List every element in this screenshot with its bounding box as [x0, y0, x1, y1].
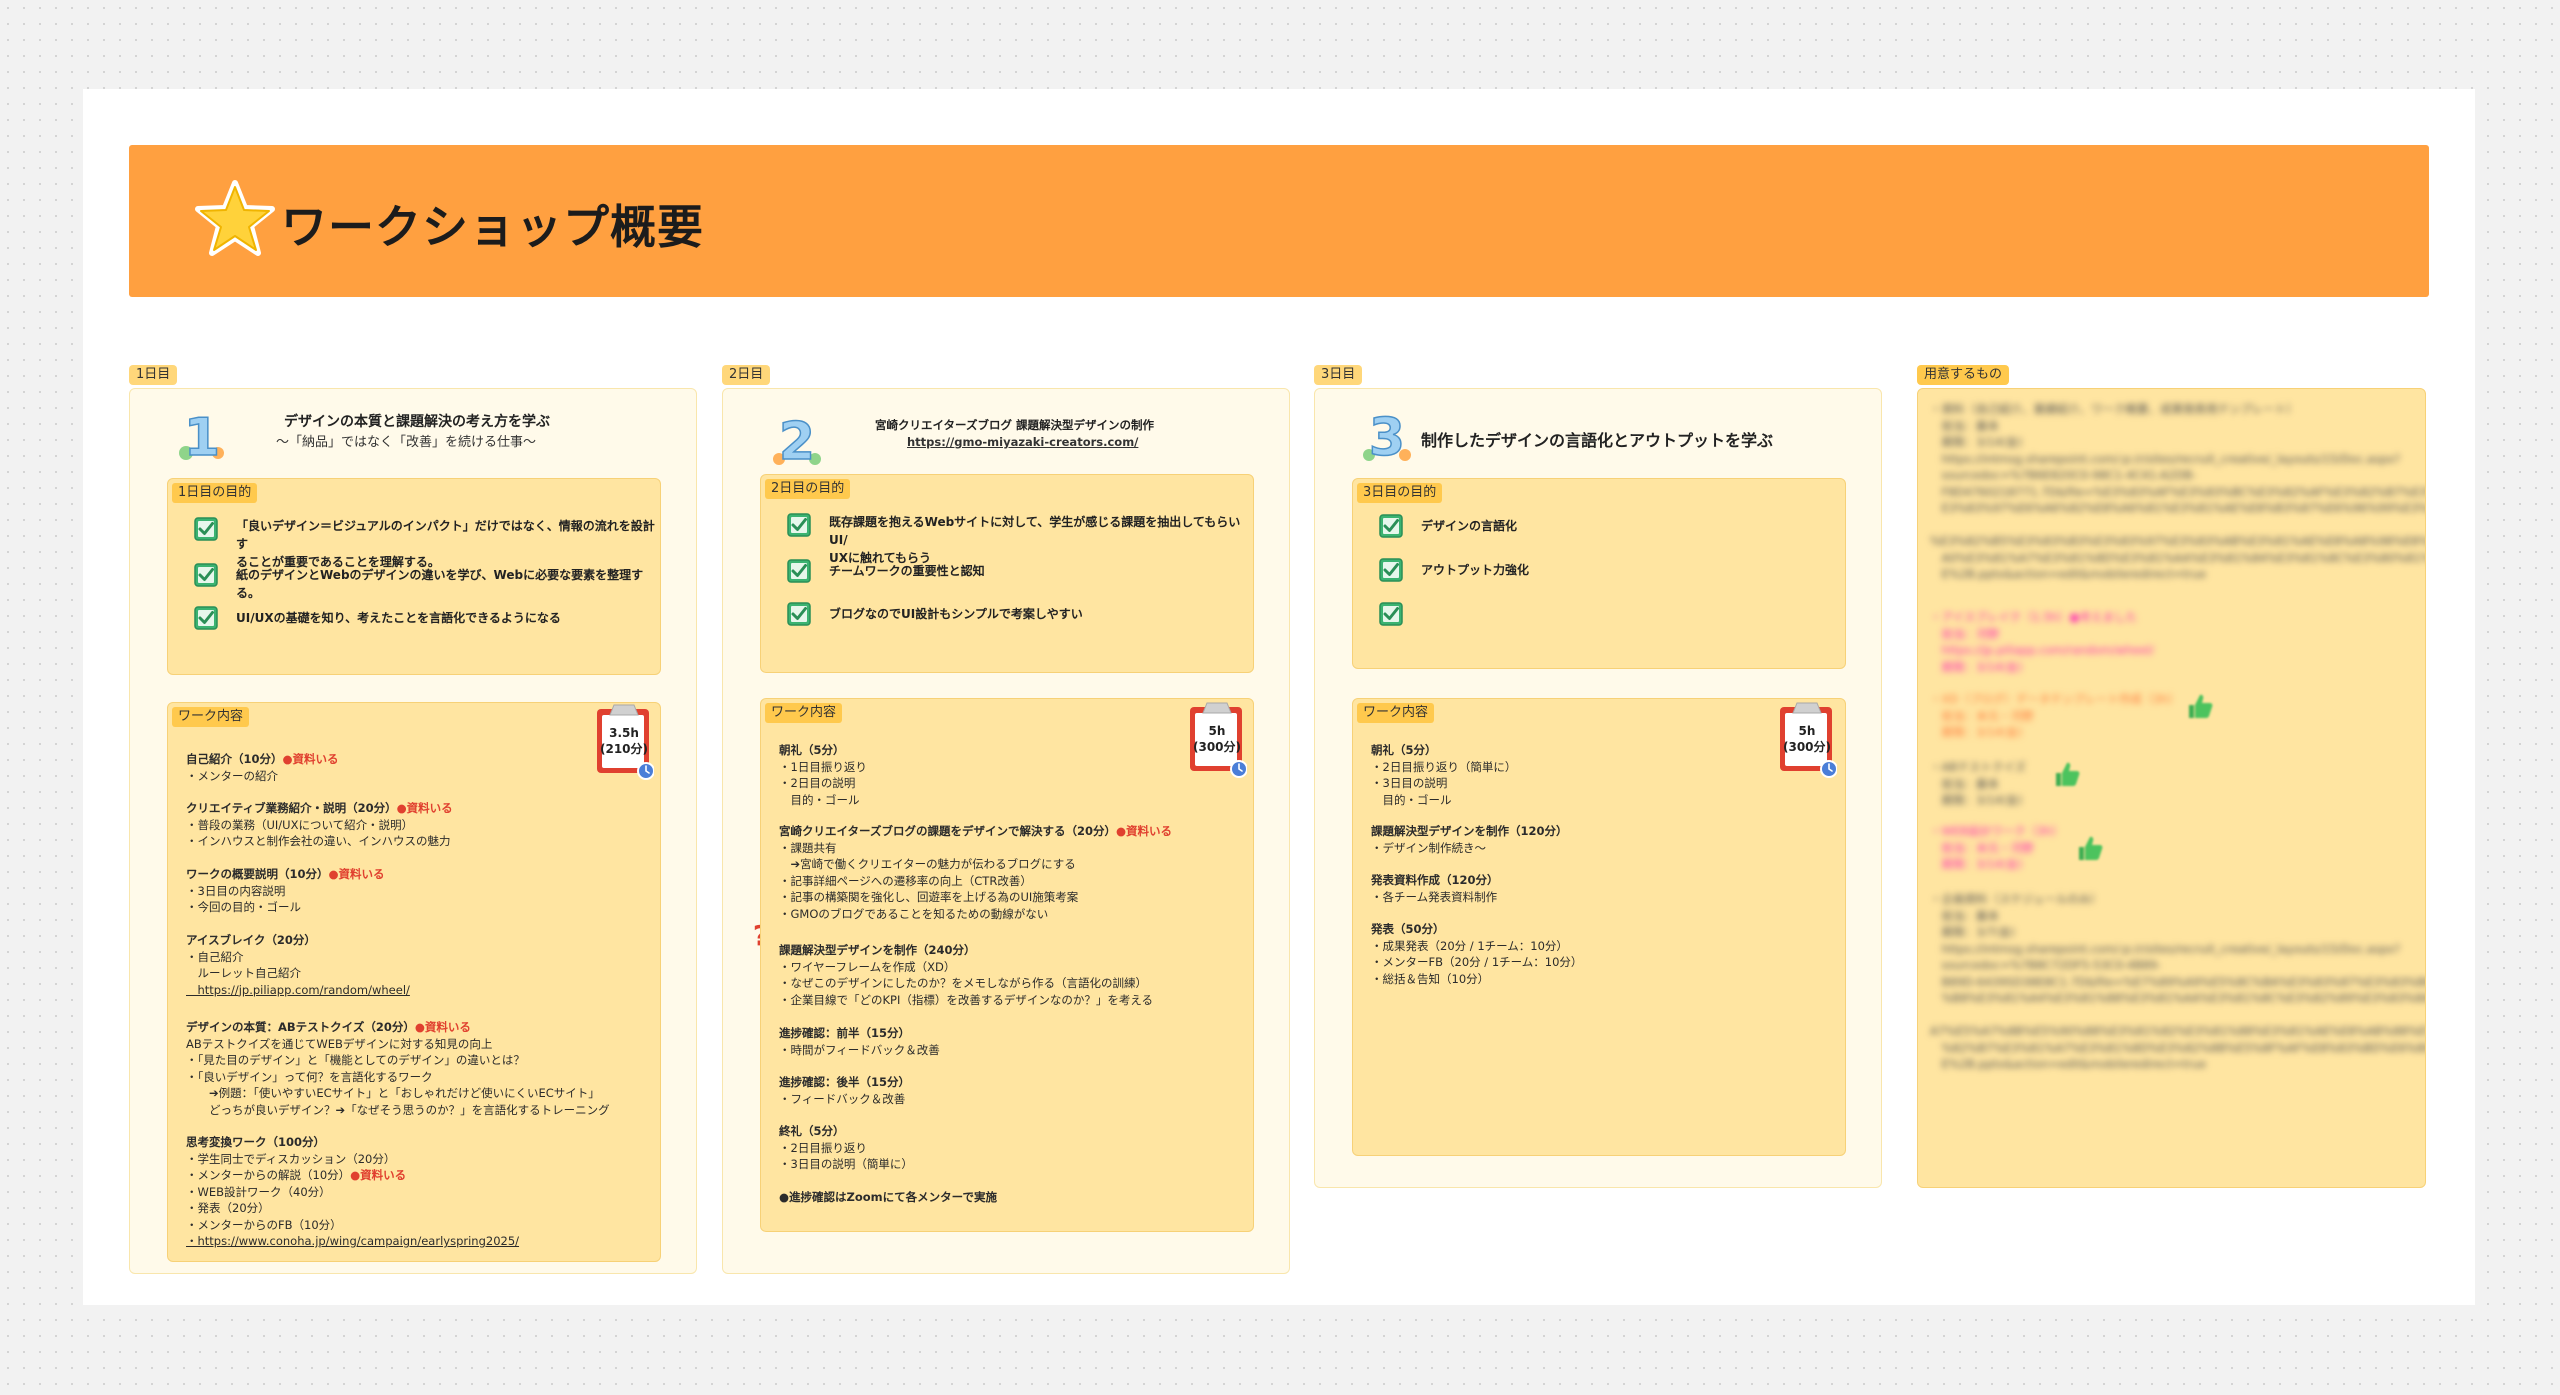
work-item: 朝礼（5分） ・1日目振り返り ・2日目の説明 目的・ゴール [779, 743, 867, 807]
number-three-icon: 3 [1363, 407, 1411, 465]
time-badge: 3.5h (210分) [594, 702, 654, 781]
day3-tag: 3日目 [1314, 365, 1363, 385]
day1-column: 1 デザインの本質と課題解決の考え方を学ぶ 〜「納品」ではなく「改善」を続ける仕… [129, 388, 697, 1274]
work-item: 自己紹介（10分）●資料いる ・メンターの紹介 [186, 752, 339, 783]
work-item: 進捗確認：前半（15分） ・時間がフィードバック＆改善 [779, 1026, 940, 1057]
prep-item: ・ABテストクイズ 担当：藤本 期限：3/14(金) [1930, 760, 2026, 807]
day2-tag: 2日目 [722, 365, 771, 385]
checkbox-checked-icon[interactable] [787, 513, 811, 537]
day2-work-box: ワーク内容 5h (300分) 朝礼（5分） ・1日目振り返り ・2日目の説明 … [760, 698, 1254, 1232]
checkbox-checked-icon[interactable] [787, 559, 811, 583]
goal-item: UI/UXの基礎を知り、考えたことを言語化できるようになる [194, 606, 561, 630]
day1-heading: デザインの本質と課題解決の考え方を学ぶ [284, 414, 550, 430]
day1-work-tag: ワーク内容 [172, 707, 250, 727]
day1-work-box: ワーク内容 3.5h (210分) 自己紹介（10分）●資料いる ・メンターの紹… [167, 702, 661, 1262]
day2-work-tag: ワーク内容 [765, 703, 843, 723]
day2-column: 2 宮崎クリエイターズブログ 課題解決型デザインの制作 https://gmo-… [722, 388, 1290, 1274]
goal-item: デザインの言語化 [1379, 514, 1517, 538]
svg-text:2: 2 [779, 412, 815, 469]
prep-item: ・企画資料（スケジュールのみ） 担当：藤本 期限：3/7(金) https://… [1930, 892, 2426, 1071]
checkbox-checked-icon[interactable] [194, 517, 218, 541]
work-item: ●進捗確認はZoomにて各メンターで実施 [779, 1190, 997, 1204]
prep-tag: 用意するもの [1917, 365, 2010, 385]
header-banner: ワークショップ概要 [129, 145, 2429, 297]
work-item: 朝礼（5分） ・2日目振り返り（簡単に） ・3日目の説明 目的・ゴール [1371, 743, 1517, 807]
day3-work-box: ワーク内容 5h (300分) 朝礼（5分） ・2日目振り返り（簡単に） ・3日… [1352, 698, 1846, 1156]
work-item: 終礼（5分） ・2日目振り返り ・3日目の説明（簡単に） [779, 1124, 913, 1171]
day2-goals-box: 2日目の目的 既存課題を抱えるWebサイトに対して、学生が感じる課題を抽出しても… [760, 474, 1254, 673]
wheel-link[interactable]: https://jp.piliapp.com/random/wheel/ [186, 983, 409, 997]
work-item: ワークの概要説明（10分）●資料いる ・3日目の内容説明 ・今回の目的・ゴール [186, 867, 385, 914]
number-two-icon: 2 [773, 411, 821, 469]
work-item: 課題解決型デザインを制作（240分） ・ワイヤーフレームを作成（XD） ・なぜこ… [779, 943, 1154, 1007]
goal-item: アウトプット力強化 [1379, 558, 1529, 582]
work-item: アイスブレイク（20分） ・自己紹介 ルーレット自己紹介 https://jp.… [186, 933, 410, 997]
page-title: ワークショップ概要 [281, 200, 704, 254]
work-item: デザインの本質：ABテストクイズ（20分）●資料いる ABテストクイズを通じてW… [186, 1020, 610, 1117]
checkbox-checked-icon[interactable] [1379, 514, 1403, 538]
star-icon [195, 180, 275, 256]
day1-subheading: 〜「納品」ではなく「改善」を続ける仕事〜 [276, 435, 537, 450]
checkbox-checked-icon[interactable] [1379, 602, 1403, 626]
goal-item [1379, 602, 1421, 626]
svg-text:3: 3 [1369, 408, 1405, 465]
prep-item: ・アイスブレイク（1.5h）●考えました 担当：河野 https://jp.pi… [1930, 610, 2154, 674]
day1-goals-tag: 1日目の目的 [172, 483, 258, 503]
day2-goals-tag: 2日目の目的 [765, 479, 851, 499]
thumbs-up-icon [2075, 833, 2105, 863]
work-item: クリエイティブ業務紹介・説明（20分）●資料いる ・普段の業務（UI/UXについ… [186, 801, 453, 848]
conoha-link[interactable]: ・https://www.conoha.jp/wing/campaign/ear… [186, 1234, 519, 1248]
prep-item: ・XD（ブログ）データテンプレート作成（3h） 担当：米元・河野 期限：3/14… [1930, 692, 2180, 739]
work-item: 思考変換ワーク（100分） ・学生同士でディスカッション（20分） ・メンターか… [186, 1135, 520, 1248]
day3-goals-box: 3日目の目的 デザインの言語化 アウトプット力強化 [1352, 478, 1846, 669]
time-badge: 5h (300分) [1777, 699, 1837, 779]
thumbs-up-icon [2185, 691, 2215, 721]
number-one-icon: 1 [179, 407, 224, 465]
work-item: 課題解決型デザインを制作（120分） ・デザイン制作続き〜 [1371, 824, 1568, 855]
prep-item: ・資料（自己紹介、業績紹介、ワーク概要、成果発表用テンプレート） 担当：藤本 期… [1930, 402, 2426, 581]
prep-item: ・WEB設計ワーク（3h） 担当：米元・河野 期限：3/14(金) [1930, 824, 2064, 871]
prep-column: ・資料（自己紹介、業績紹介、ワーク概要、成果発表用テンプレート） 担当：藤本 期… [1917, 388, 2426, 1188]
work-item: 進捗確認：後半（15分） ・フィードバック＆改善 [779, 1075, 911, 1106]
work-item: 宮崎クリエイターズブログの課題をデザインで解決する（20分）●資料いる ・課題共… [779, 824, 1173, 921]
work-item: 発表資料作成（120分） ・各チーム発表資料制作 [1371, 873, 1499, 904]
day2-heading: 宮崎クリエイターズブログ 課題解決型デザインの制作 [875, 418, 1154, 432]
day1-goals-box: 1日目の目的 「良いデザイン＝ビジュアルのインパクト」だけではなく、情報の流れを… [167, 478, 661, 675]
day3-heading: 制作したデザインの言語化とアウトプットを学ぶ [1421, 431, 1774, 450]
canvas-board: ワークショップ概要 1日目 1 デザインの本質と課題解決の考え方を学ぶ 〜「納品… [83, 89, 2475, 1305]
checkbox-checked-icon[interactable] [1379, 558, 1403, 582]
checkbox-checked-icon[interactable] [194, 606, 218, 630]
work-item: 発表（50分） ・成果発表（20分 / 1チーム：10分） ・メンターFB（20… [1371, 922, 1583, 986]
goal-item: 紙のデザインとWebのデザインの違いを学び、Webに必要な要素を整理する。 [194, 563, 660, 602]
day3-work-tag: ワーク内容 [1357, 703, 1435, 723]
day1-tag: 1日目 [129, 365, 178, 385]
checkbox-checked-icon[interactable] [194, 563, 218, 587]
day3-column: 3 制作したデザインの言語化とアウトプットを学ぶ 3日目の目的 デザインの言語化… [1314, 388, 1882, 1188]
checkbox-checked-icon[interactable] [787, 602, 811, 626]
day3-goals-tag: 3日目の目的 [1357, 483, 1443, 503]
time-badge: 5h (300分) [1187, 699, 1247, 779]
goal-item: チームワークの重要性と認知 [787, 559, 985, 583]
svg-text:1: 1 [184, 408, 220, 465]
goal-item: ブログなのでUI設計もシンプルで考案しやすい [787, 602, 1083, 626]
blog-link[interactable]: https://gmo-miyazaki-creators.com/ [907, 435, 1138, 449]
thumbs-up-icon [2052, 759, 2082, 789]
